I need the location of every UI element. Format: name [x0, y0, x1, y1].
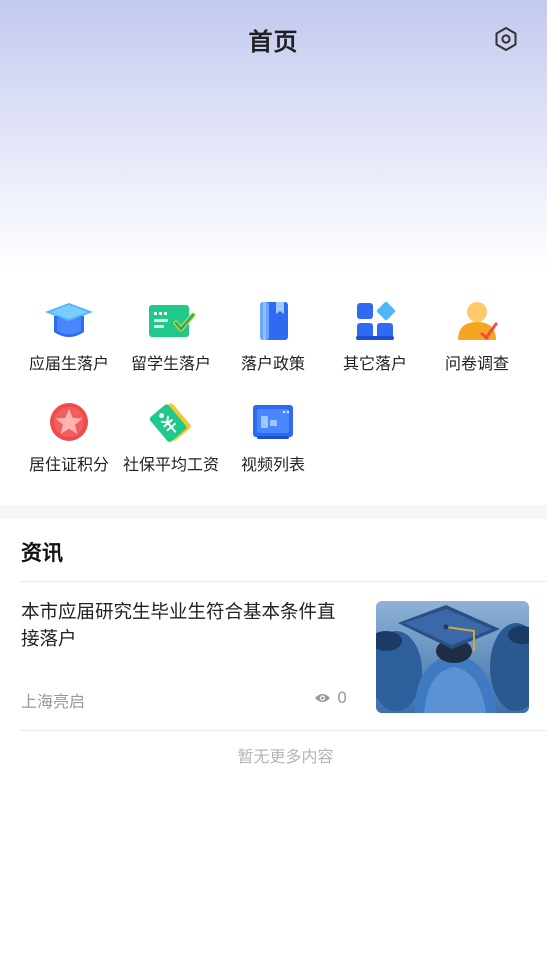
price-tag-icon	[146, 397, 196, 447]
view-count: 0	[337, 688, 348, 707]
video-screen-icon	[248, 397, 298, 447]
settings-hexagon-icon	[495, 27, 517, 51]
news-source: 上海亮启	[21, 692, 86, 711]
grid-item-overseas-student-settlement[interactable]: 留学生落户	[120, 296, 222, 386]
grid-item-survey[interactable]: 问卷调查	[426, 296, 528, 386]
grid-item-label: 应届生落户	[28, 354, 109, 373]
divider	[20, 730, 547, 731]
survey-person-icon	[452, 296, 502, 346]
news-title: 本市应届研究生毕业生符合基本条件直接落户	[21, 602, 336, 650]
grid-item-social-security-wage[interactable]: 社保平均工资	[120, 397, 222, 487]
news-item[interactable]: 本市应届研究生毕业生符合基本条件直接落户 上海亮启 0	[20, 582, 530, 730]
grid-item-other-settlement[interactable]: 其它落户	[324, 296, 426, 386]
grid-item-label: 落户政策	[240, 354, 305, 373]
grid-item-label: 视频列表	[240, 455, 305, 474]
news-views: 0	[314, 688, 347, 707]
eye-icon	[315, 693, 330, 702]
grid-item-label: 问卷调查	[444, 354, 509, 373]
star-badge-icon	[44, 397, 94, 447]
app-blocks-icon	[350, 296, 400, 346]
grid-item-label: 其它落户	[342, 354, 407, 373]
grid-item-label: 社保平均工资	[122, 455, 219, 474]
grid-item-label: 留学生落户	[130, 354, 211, 373]
page-title: 首页	[248, 28, 299, 56]
news-section-title: 资讯	[21, 541, 63, 565]
grid-item-residence-points[interactable]: 居住证积分	[18, 397, 120, 487]
grid-item-settlement-policy[interactable]: 落户政策	[222, 296, 324, 386]
settings-button[interactable]	[492, 25, 520, 53]
grid-item-label: 居住证积分	[28, 455, 109, 474]
graduation-cap-icon	[44, 296, 94, 346]
grid-item-video-list[interactable]: 视频列表	[222, 397, 324, 487]
policy-book-icon	[248, 296, 298, 346]
no-more-content-text: 暂无更多内容	[237, 747, 334, 766]
section-divider	[0, 505, 547, 519]
news-thumbnail	[376, 601, 529, 713]
certificate-check-icon	[146, 296, 196, 346]
grid-item-graduate-settlement[interactable]: 应届生落户	[18, 296, 120, 386]
